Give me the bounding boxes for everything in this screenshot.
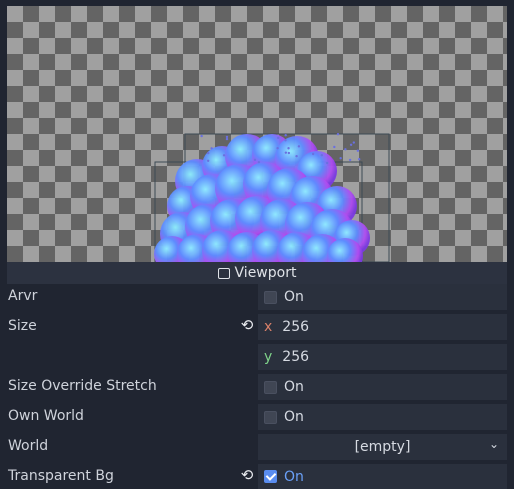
size-label: Size: [8, 318, 37, 334]
size-x-field[interactable]: x 256: [258, 314, 507, 340]
property-world: World [empty] ⌄: [0, 434, 514, 460]
spark: [277, 137, 279, 139]
spark: [287, 147, 289, 149]
chevron-down-icon: ⌄: [489, 437, 499, 451]
arvr-check-box[interactable]: [264, 291, 277, 304]
world-value: [empty]: [355, 439, 411, 455]
viewport-icon: [218, 268, 230, 279]
spark: [226, 138, 228, 140]
world-label: World: [8, 438, 48, 454]
spark: [312, 153, 314, 155]
spark: [226, 136, 228, 138]
spark: [333, 146, 335, 148]
property-size-override-stretch: Size Override Stretch On: [0, 374, 514, 400]
viewport-preview: [7, 6, 507, 262]
arvr-label: Arvr: [8, 288, 37, 304]
property-transparent-bg: Transparent Bg ⟲ On: [0, 464, 514, 489]
property-size: Size ⟲ x 256: [0, 314, 514, 340]
viewport-label: Viewport: [235, 265, 297, 281]
viewport-header: Viewport: [7, 262, 507, 284]
spark: [344, 148, 346, 150]
own-world-label: Own World: [8, 408, 84, 424]
transparent-bg-checkbox[interactable]: On: [258, 464, 507, 489]
x-axis-label: x: [264, 319, 272, 335]
spark: [284, 134, 286, 136]
own-world-value: On: [284, 409, 304, 425]
size-override-stretch-checkbox[interactable]: On: [258, 374, 507, 400]
spark: [339, 157, 341, 159]
size-override-stretch-label: Size Override Stretch: [8, 378, 157, 394]
size-override-stretch-check-box[interactable]: [264, 381, 277, 394]
spark: [284, 139, 286, 141]
spark: [223, 154, 225, 156]
size-y-field[interactable]: y 256: [258, 344, 507, 370]
spark: [200, 135, 202, 137]
own-world-check-box[interactable]: [264, 411, 277, 424]
spark: [358, 158, 360, 160]
size-y-value[interactable]: 256: [282, 349, 309, 365]
spark: [298, 145, 300, 147]
spark: [285, 151, 287, 153]
spark: [350, 144, 352, 146]
property-size-y: y 256: [0, 344, 514, 370]
spark: [210, 147, 212, 149]
own-world-checkbox[interactable]: On: [258, 404, 507, 430]
spark: [357, 150, 359, 152]
spark: [326, 162, 328, 164]
world-dropdown[interactable]: [empty] ⌄: [258, 434, 507, 460]
spark: [337, 133, 339, 135]
spark: [321, 154, 323, 156]
spark: [295, 155, 297, 157]
transparent-bg-check-box[interactable]: [264, 470, 277, 483]
particles-image: [7, 6, 507, 262]
spark: [254, 159, 256, 161]
spark: [353, 141, 355, 143]
size-override-stretch-value: On: [284, 379, 304, 395]
arvr-checkbox[interactable]: On: [258, 284, 507, 310]
spark: [288, 152, 290, 154]
spark: [207, 160, 209, 162]
spark: [349, 159, 351, 161]
spark: [276, 147, 278, 149]
transparent-bg-value: On: [284, 469, 304, 485]
transparent-bg-label: Transparent Bg: [8, 468, 114, 484]
revert-icon[interactable]: ⟲: [239, 317, 255, 333]
size-x-value[interactable]: 256: [282, 319, 309, 335]
spark: [258, 161, 260, 163]
property-own-world: Own World On: [0, 404, 514, 430]
spark: [207, 152, 209, 154]
revert-icon[interactable]: ⟲: [239, 467, 255, 483]
arvr-value: On: [284, 289, 304, 305]
property-arvr: Arvr On: [0, 284, 514, 310]
y-axis-label: y: [264, 349, 272, 365]
